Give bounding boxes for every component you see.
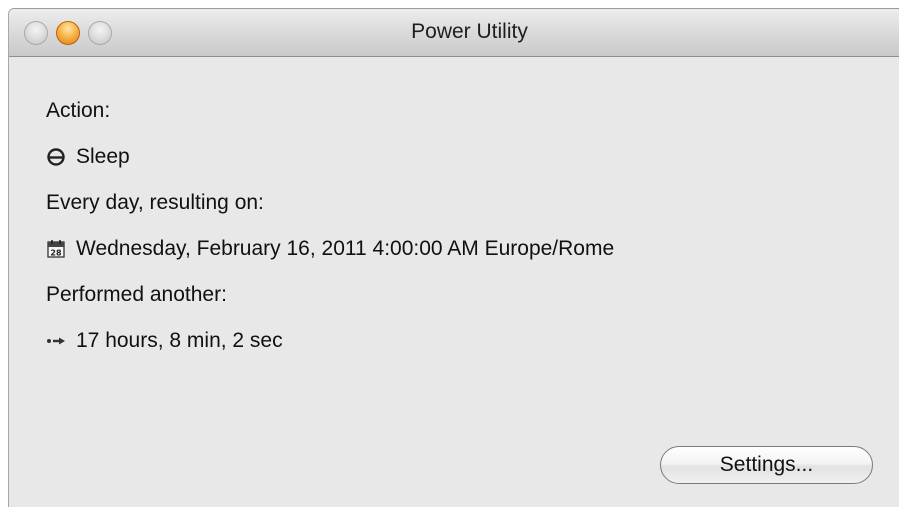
window-title: Power Utility [411,20,528,43]
countdown-arrow-icon [47,337,65,345]
action-label: Action: [46,99,111,122]
calendar-icon: 28 [47,240,65,258]
action-value: Sleep [76,145,130,168]
remaining-label: Performed another: [46,283,227,306]
remaining-value: 17 hours, 8 min, 2 sec [76,329,283,352]
title-bar[interactable]: Power Utility [9,9,899,57]
power-utility-window: Power Utility Action: Sleep Every day, r… [8,8,899,507]
settings-button[interactable]: Settings... [660,446,873,484]
remaining-row: 17 hours, 8 min, 2 sec [46,329,283,353]
action-row: Sleep [46,145,130,169]
schedule-value: Wednesday, February 16, 2011 4:00:00 AM … [76,237,615,260]
schedule-row: 28 Wednesday, February 16, 2011 4:00:00 … [46,237,614,261]
schedule-label: Every day, resulting on: [46,191,264,214]
content-area: Action: Sleep Every day, resulting on: 2… [9,57,899,507]
calendar-icon-day: 28 [50,249,62,258]
sleep-icon [47,148,65,166]
